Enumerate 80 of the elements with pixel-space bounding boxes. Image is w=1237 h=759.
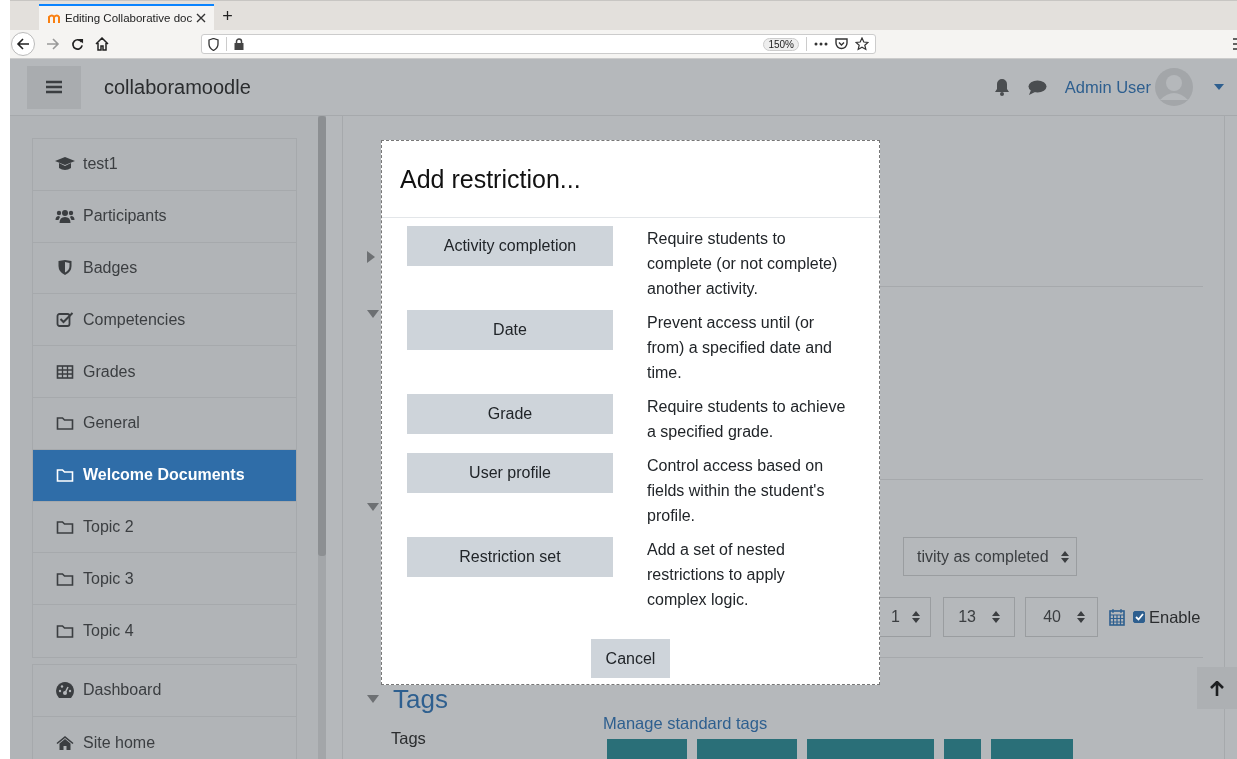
restriction-description: Require students to achieve a specified grade. [647,397,847,442]
pocket-icon[interactable] [835,38,848,50]
tab-title: Editing Collaborative doc [65,12,193,24]
sidebar-item[interactable]: Topic 4 [33,605,296,657]
star-icon[interactable] [855,37,869,51]
lock-icon [234,38,244,50]
gauge-icon [55,682,75,699]
caret-icon[interactable] [1214,84,1224,90]
site-name[interactable]: collaboramoodle [104,75,251,99]
enable-checkbox[interactable] [1133,611,1145,623]
restriction-button[interactable]: Restriction set [407,537,613,577]
folder-icon [55,624,75,639]
sidebar-item[interactable]: General [33,398,296,450]
user-name[interactable]: Admin User [1064,77,1151,97]
restriction-button[interactable]: Activity completion [407,226,613,266]
browser-tab[interactable]: Editing Collaborative doc [39,4,215,30]
time-select[interactable]: 40 [1025,597,1098,637]
moodle-logo-icon [47,13,61,23]
cancel-button[interactable]: Cancel [591,639,670,678]
restriction-description: Prevent access until (or from) a specified date and time. [647,313,833,383]
sidebar-item[interactable]: Badges [33,242,296,295]
table-icon [55,364,75,379]
home-icon[interactable] [95,37,109,51]
restriction-button[interactable]: Grade [407,394,613,434]
up-arrow-icon [1210,680,1224,696]
restriction-button[interactable]: User profile [407,453,613,493]
dialog-title: Add restriction... [400,164,581,194]
scrollbar-thumb[interactable] [318,116,326,556]
home-icon [55,735,75,750]
folder-icon [55,416,75,431]
menu-icon [46,80,62,94]
sidebar-item[interactable]: Site home [33,716,296,759]
sidebar-item[interactable]: Grades [33,346,296,398]
sidebar-item[interactable]: Competencies [33,294,296,347]
zoom-level-button[interactable]: 150% [763,37,799,51]
chat-icon[interactable] [1027,79,1047,95]
address-bar[interactable]: 150% [201,34,876,54]
bell-icon[interactable] [993,78,1010,96]
restriction-description: Add a set of nested restrictions to apply complex logic. [647,540,786,610]
sidebar-item[interactable]: test1 [33,139,296,191]
close-icon[interactable] [196,13,207,23]
users-icon [55,209,75,224]
sort-arrows-icon [992,611,1000,623]
sidebar-item[interactable]: Participants [33,190,296,243]
manage-tags-link[interactable]: Manage standard tags [603,714,1073,733]
sort-arrows-icon [912,611,920,623]
folder-icon [55,468,75,483]
back-arrow-icon [16,37,30,51]
sort-arrows-icon [1060,550,1069,563]
field-label: Tags [391,729,427,749]
checkbox-icon [55,312,75,328]
folder-icon [55,571,75,586]
sidebar-item[interactable]: Welcome Documents [33,449,296,502]
restriction-button[interactable]: Date [407,310,613,350]
graduation-cap-icon [55,157,75,172]
new-tab-button[interactable]: + [218,4,237,30]
collapse-arrow-icon[interactable] [367,695,379,703]
collapse-arrow-icon[interactable] [367,310,379,319]
forward-icon[interactable] [46,37,60,51]
sidebar-item[interactable]: Dashboard [33,664,296,717]
menu-button[interactable] [27,65,81,109]
collapse-arrow-icon[interactable] [367,503,379,512]
shield-icon [208,37,219,51]
sort-arrows-icon [1077,611,1085,623]
sidebar-item[interactable]: Topic 2 [33,501,296,554]
completion-select[interactable]: tivity as completed [903,537,1077,576]
more-icon[interactable] [814,42,828,46]
section-heading[interactable]: Tags [393,683,448,715]
menu-icon[interactable] [1233,38,1237,50]
calendar-icon[interactable] [1109,608,1125,626]
sidebar-item[interactable]: Topic 3 [33,553,296,606]
folder-icon [55,519,75,534]
back-to-top-button[interactable] [1197,667,1237,709]
restriction-description: Control access based on fields within the student's profile. [647,456,826,526]
expand-arrow-icon[interactable] [367,251,375,264]
back-button[interactable] [11,32,35,56]
enable-label: Enable [1149,607,1201,627]
time-select[interactable]: 13 [943,597,1015,637]
restriction-description: Require students to complete (or not complete) another activity. [647,229,839,299]
reload-icon[interactable] [71,37,84,51]
